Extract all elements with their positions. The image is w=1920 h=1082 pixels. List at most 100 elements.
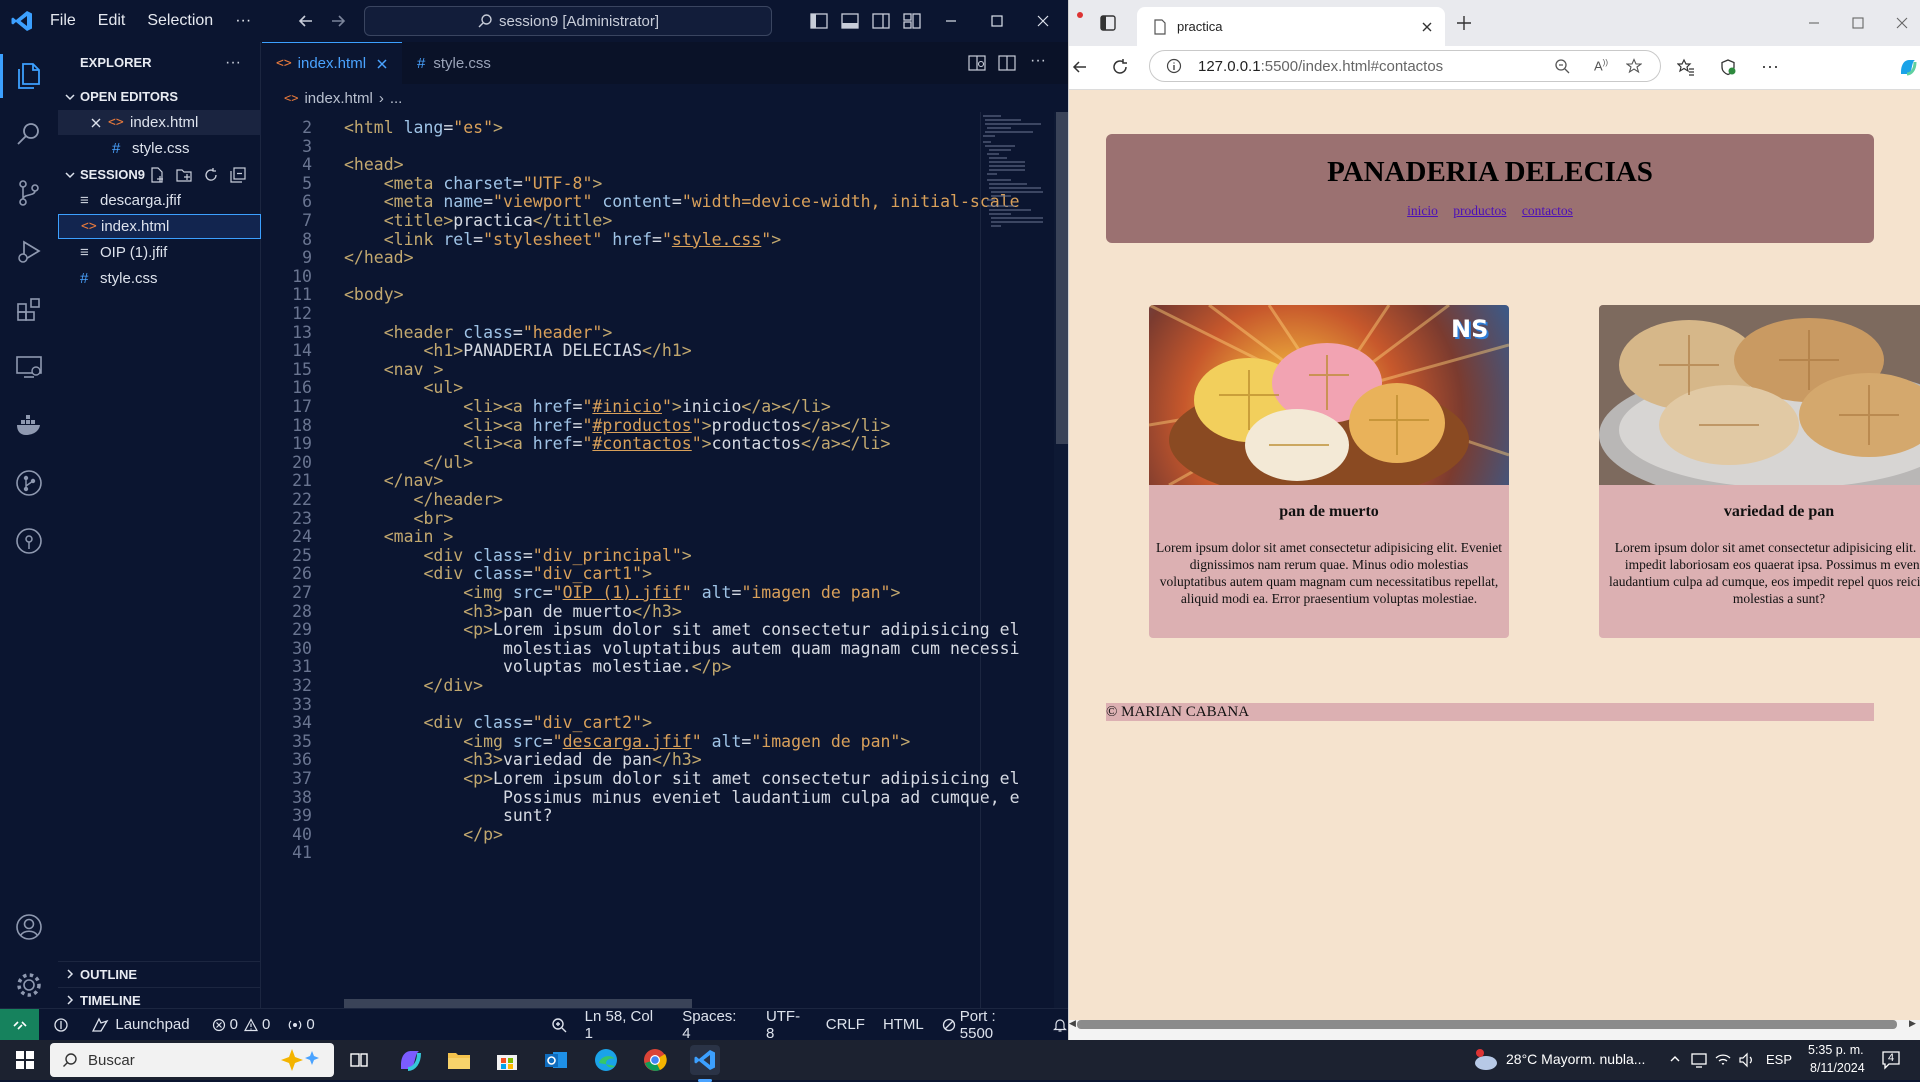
indentation[interactable]: Spaces: 4 [682,1008,748,1042]
site-info-icon[interactable] [1166,58,1182,74]
clock-date[interactable]: 8/11/2024 [1810,1061,1865,1075]
editor-vertical-scrollbar[interactable] [1054,112,1068,1040]
close-editor-icon[interactable] [90,117,108,129]
code-line[interactable]: sunt? [344,806,553,825]
copilot-icon[interactable] [1897,56,1919,78]
back-icon[interactable] [1071,58,1089,76]
chrome-icon[interactable] [640,1045,670,1075]
remote-indicator[interactable] [0,1008,40,1041]
search-icon[interactable] [14,119,44,149]
notifications-bell-icon[interactable] [1052,1017,1068,1033]
collapse-all-icon[interactable] [229,166,247,184]
docker-icon[interactable] [14,410,44,440]
code-line[interactable]: <div class="div_principal"> [344,546,691,565]
tab-index-html[interactable]: <> index.html [262,42,402,84]
vscode-taskbar-icon[interactable] [690,1045,720,1082]
gitlens-icon[interactable] [14,526,44,556]
end-of-line[interactable]: CRLF [826,1016,865,1033]
code-line[interactable]: <header class="header"> [344,323,613,342]
code-line[interactable]: </div> [344,676,483,695]
close-tab-icon[interactable] [376,58,388,70]
code-line[interactable]: <br> [344,509,454,528]
back-arrow-icon[interactable] [296,11,316,31]
refresh-icon[interactable] [202,166,220,184]
code-line[interactable]: <li><a href="#productos">productos</a></… [344,416,890,435]
breadcrumb-file[interactable]: index.html [304,90,372,107]
favorites-icon[interactable] [1677,58,1695,76]
code-line[interactable]: <meta charset="UTF-8"> [344,174,603,193]
explorer-icon[interactable] [14,61,44,91]
live-server-port[interactable]: Port : 5500 [960,1008,1032,1042]
new-tab-icon[interactable] [1455,14,1473,32]
warnings-icon[interactable] [243,1017,258,1032]
split-editor-icon[interactable] [998,54,1016,72]
code-line[interactable]: <img src="OIP (1).jfif" alt="imagen de p… [344,583,900,602]
extensions-icon[interactable] [14,294,44,324]
menu-selection[interactable]: Selection [147,12,213,30]
show-hidden-icons-icon[interactable] [1668,1052,1682,1066]
menu-more[interactable]: ··· [235,12,251,30]
menu-edit[interactable]: Edit [98,12,126,30]
menu-file[interactable]: File [50,12,76,30]
close-icon[interactable] [1030,8,1056,34]
file-item[interactable]: # style.css [58,266,261,291]
file-item[interactable]: ≡ OIP (1).jfif [58,240,261,265]
zoom-icon[interactable] [1554,58,1570,74]
microsoft-store-icon[interactable] [492,1045,522,1075]
outline-section[interactable]: OUTLINE [58,961,261,986]
toggle-secondary-sidebar-icon[interactable] [868,8,894,34]
ports-icon[interactable] [288,1018,302,1032]
scroll-right-arrow-icon[interactable]: ▶ [1909,1018,1916,1029]
warnings-count[interactable]: 0 [262,1016,270,1033]
customize-layout-icon[interactable] [899,8,925,34]
code-line[interactable]: <body> [344,285,404,304]
forward-arrow-icon[interactable] [328,11,348,31]
more-actions-icon[interactable]: ··· [225,54,241,72]
live-server-icon[interactable] [942,1018,956,1032]
network-icon[interactable] [1690,1051,1708,1069]
code-line[interactable]: <p>Lorem ipsum dolor sit amet consectetu… [344,769,1019,788]
browser-tab[interactable]: practica [1137,7,1445,46]
settings-more-icon[interactable]: ··· [1761,56,1779,77]
toggle-primary-sidebar-icon[interactable] [806,8,832,34]
code-line[interactable]: <h1>PANADERIA DELECIAS</h1> [344,341,691,360]
task-view-icon[interactable] [344,1045,374,1075]
code-line[interactable]: <head> [344,155,404,174]
source-control-icon[interactable] [14,178,44,208]
code-line[interactable]: </ul> [344,453,473,472]
code-line[interactable]: <div class="div_cart2"> [344,713,652,732]
copilot-app-icon[interactable] [395,1045,425,1075]
reload-icon[interactable] [1111,58,1129,76]
encoding[interactable]: UTF-8 [766,1008,808,1042]
code-line[interactable]: </p> [344,825,503,844]
code-line[interactable]: <h3>variedad de pan</h3> [344,750,701,769]
editor-more-icon[interactable]: ··· [1030,52,1046,70]
open-editor-item[interactable]: # style.css [58,136,261,161]
ports-count[interactable]: 0 [306,1016,314,1033]
read-aloud-icon[interactable]: A)) [1594,58,1608,73]
outlook-icon[interactable] [541,1045,571,1075]
code-line[interactable]: <img src="descarga.jfif" alt="imagen de … [344,732,910,751]
code-line[interactable]: <nav > [344,360,444,379]
code-editor[interactable]: 2 <html lang="es"> 3 4 <head> 5 <meta charset… [262,112,1062,1040]
browser-minimize-icon[interactable] [1807,16,1821,30]
open-preview-icon[interactable] [968,54,986,72]
file-item[interactable]: ≡ descarga.jfif [58,188,261,213]
code-line[interactable]: <li><a href="#contactos">contactos</a></… [344,434,890,453]
volume-icon[interactable] [1738,1051,1756,1069]
breadcrumb-more[interactable]: ... [390,90,403,107]
browser-maximize-icon[interactable] [1851,16,1865,30]
errors-count[interactable]: 0 [230,1016,238,1033]
tab-actions-icon[interactable] [1099,14,1117,32]
language-indicator[interactable]: ESP [1766,1052,1792,1067]
close-tab-icon[interactable] [1421,21,1433,33]
code-line[interactable]: <meta name="viewport" content="width=dev… [344,192,1020,211]
code-line[interactable]: voluptas molestiae.</p> [344,657,732,676]
gitlens-status-icon[interactable] [53,1017,69,1033]
zoom-icon[interactable] [551,1017,567,1033]
run-debug-icon[interactable] [14,236,44,266]
nav-link-inicio[interactable]: inicio [1407,203,1438,218]
nav-link-productos[interactable]: productos [1453,203,1506,218]
launchpad-label[interactable]: Launchpad [115,1016,189,1033]
code-line[interactable]: <ul> [344,378,463,397]
